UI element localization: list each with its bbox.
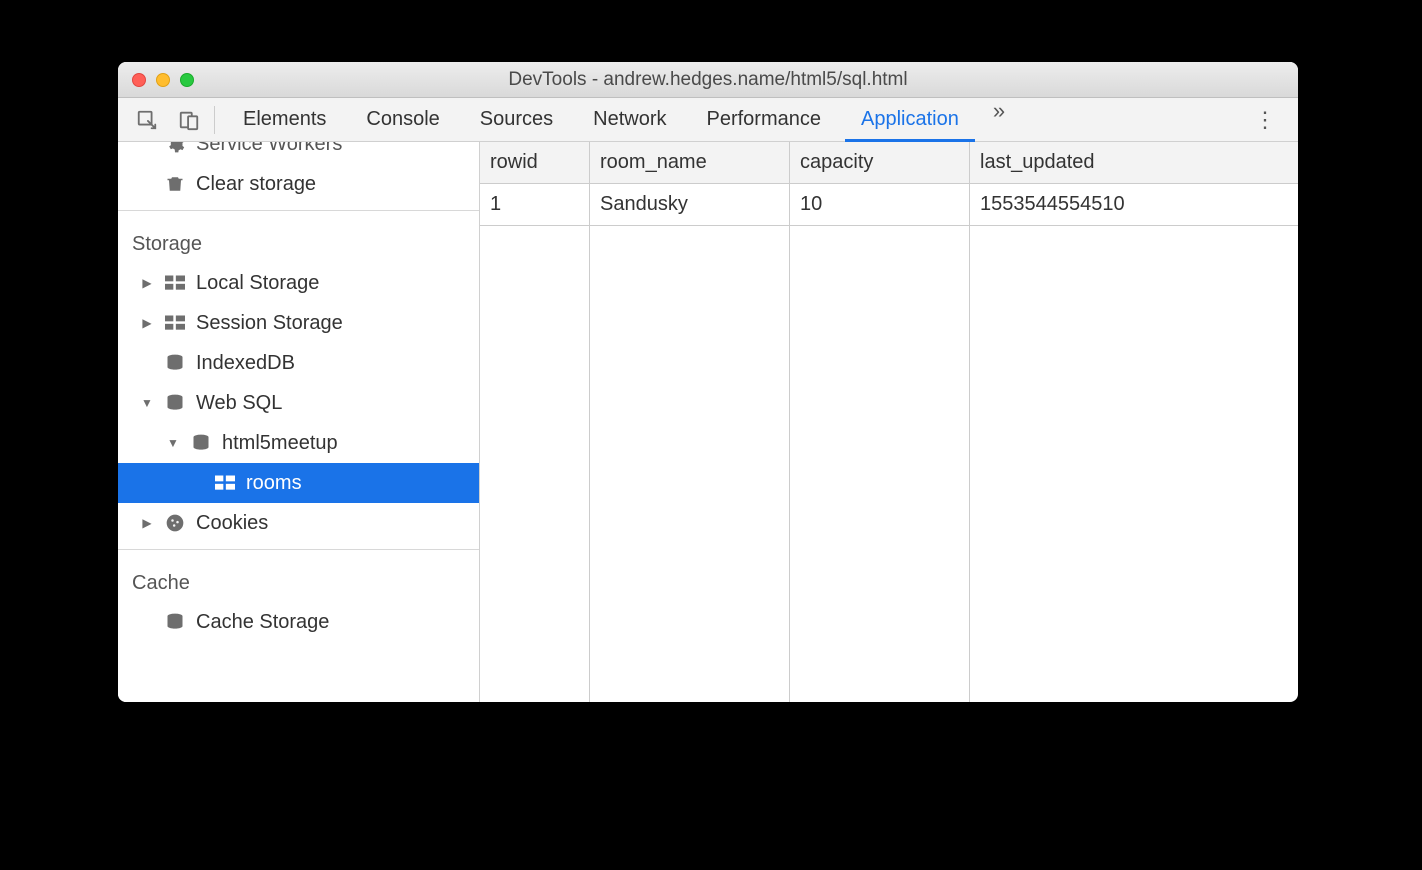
minimize-icon[interactable] <box>156 73 170 87</box>
tab-label: Application <box>861 108 959 131</box>
database-icon <box>164 393 186 413</box>
database-icon <box>164 612 186 632</box>
cell-room-name[interactable]: Sandusky <box>590 184 790 226</box>
data-grid: rowid room_name capacity last_updated 1 … <box>480 142 1298 702</box>
main-area: Service Workers Clear storage Storage ▶ <box>118 142 1298 702</box>
tab-sources[interactable]: Sources <box>460 98 573 141</box>
cell-value: 1 <box>490 193 501 216</box>
inspect-element-icon[interactable] <box>126 105 168 135</box>
sidebar-item-table-rooms[interactable]: rooms <box>118 463 479 503</box>
sidebar-item-label: Cookies <box>196 512 268 535</box>
close-icon[interactable] <box>132 73 146 87</box>
chevron-down-icon: ▼ <box>140 396 154 410</box>
cell-value: 10 <box>800 193 822 216</box>
tab-application[interactable]: Application <box>841 98 979 141</box>
col-label: rowid <box>490 151 538 174</box>
sidebar-item-session-storage[interactable]: ▶ Session Storage <box>118 303 479 343</box>
sidebar-item-label: rooms <box>246 472 302 495</box>
gear-icon <box>164 142 186 154</box>
table-panel: rowid room_name capacity last_updated 1 … <box>480 142 1298 702</box>
table-icon <box>214 475 236 491</box>
col-header[interactable]: rowid <box>480 142 590 184</box>
col-header[interactable]: capacity <box>790 142 970 184</box>
toolbar-separator <box>214 106 215 134</box>
application-sidebar: Service Workers Clear storage Storage ▶ <box>118 142 480 702</box>
tab-console[interactable]: Console <box>346 98 459 141</box>
sidebar-item-cookies[interactable]: ▶ Cookies <box>118 503 479 543</box>
sidebar-item-service-workers[interactable]: Service Workers <box>118 142 479 164</box>
tab-elements[interactable]: Elements <box>223 98 346 141</box>
sidebar-item-label: html5meetup <box>222 432 338 455</box>
sidebar-item-label: Session Storage <box>196 312 343 335</box>
window-title: DevTools - andrew.hedges.name/html5/sql.… <box>118 69 1298 91</box>
cell-value: 1553544554510 <box>980 193 1125 216</box>
col-label: last_updated <box>980 151 1095 174</box>
sidebar-item-websql[interactable]: ▼ Web SQL <box>118 383 479 423</box>
sidebar-item-label: Local Storage <box>196 272 319 295</box>
sidebar-item-label: IndexedDB <box>196 352 295 375</box>
cell-capacity[interactable]: 10 <box>790 184 970 226</box>
chevron-right-icon: ▶ <box>140 276 154 290</box>
tab-performance[interactable]: Performance <box>687 98 842 141</box>
sidebar-item-label: Cache Storage <box>196 611 329 634</box>
chevron-right-icon: ▶ <box>140 316 154 330</box>
panel-tabs: Elements Console Sources Network Perform… <box>223 98 1019 141</box>
tab-label: Elements <box>243 108 326 131</box>
cell-rowid[interactable]: 1 <box>480 184 590 226</box>
kebab-menu-icon[interactable]: ⋮ <box>1240 103 1290 137</box>
grid-filler <box>480 226 1298 702</box>
col-label: capacity <box>800 151 873 174</box>
cookie-icon <box>164 513 186 533</box>
tab-label: Console <box>366 108 439 131</box>
cell-last-updated[interactable]: 1553544554510 <box>970 184 1298 226</box>
device-toolbar-icon[interactable] <box>168 105 210 135</box>
section-label: Cache <box>132 572 190 595</box>
devtools-toolbar: Elements Console Sources Network Perform… <box>118 98 1298 142</box>
devtools-window: DevTools - andrew.hedges.name/html5/sql.… <box>118 62 1298 702</box>
sidebar-item-database[interactable]: ▼ html5meetup <box>118 423 479 463</box>
titlebar: DevTools - andrew.hedges.name/html5/sql.… <box>118 62 1298 98</box>
table-icon <box>164 315 186 331</box>
col-header[interactable]: last_updated <box>970 142 1298 184</box>
chevron-down-icon: ▼ <box>166 436 180 450</box>
sidebar-item-local-storage[interactable]: ▶ Local Storage <box>118 263 479 303</box>
sidebar-item-cache-storage[interactable]: Cache Storage <box>118 602 479 642</box>
sidebar-item-label: Service Workers <box>196 142 342 156</box>
zoom-icon[interactable] <box>180 73 194 87</box>
trash-icon <box>164 174 186 194</box>
database-icon <box>190 433 212 453</box>
sidebar-item-label: Clear storage <box>196 173 316 196</box>
table-icon <box>164 275 186 291</box>
tab-network[interactable]: Network <box>573 98 686 141</box>
sidebar-item-indexeddb[interactable]: IndexedDB <box>118 343 479 383</box>
database-icon <box>164 353 186 373</box>
chevron-right-icon: ▶ <box>140 516 154 530</box>
col-header[interactable]: room_name <box>590 142 790 184</box>
divider <box>118 549 479 550</box>
col-label: room_name <box>600 151 707 174</box>
window-controls <box>132 73 194 87</box>
divider <box>118 210 479 211</box>
section-label: Storage <box>132 233 202 256</box>
sidebar-item-label: Web SQL <box>196 392 282 415</box>
tab-label: Performance <box>707 108 822 131</box>
sidebar-section-cache: Cache <box>118 564 479 602</box>
cell-value: Sandusky <box>600 193 688 216</box>
more-tabs-icon[interactable]: » <box>979 98 1019 141</box>
sidebar-section-storage: Storage <box>118 225 479 263</box>
sidebar-item-clear-storage[interactable]: Clear storage <box>118 164 479 204</box>
tab-label: Network <box>593 108 666 131</box>
tab-label: Sources <box>480 108 553 131</box>
